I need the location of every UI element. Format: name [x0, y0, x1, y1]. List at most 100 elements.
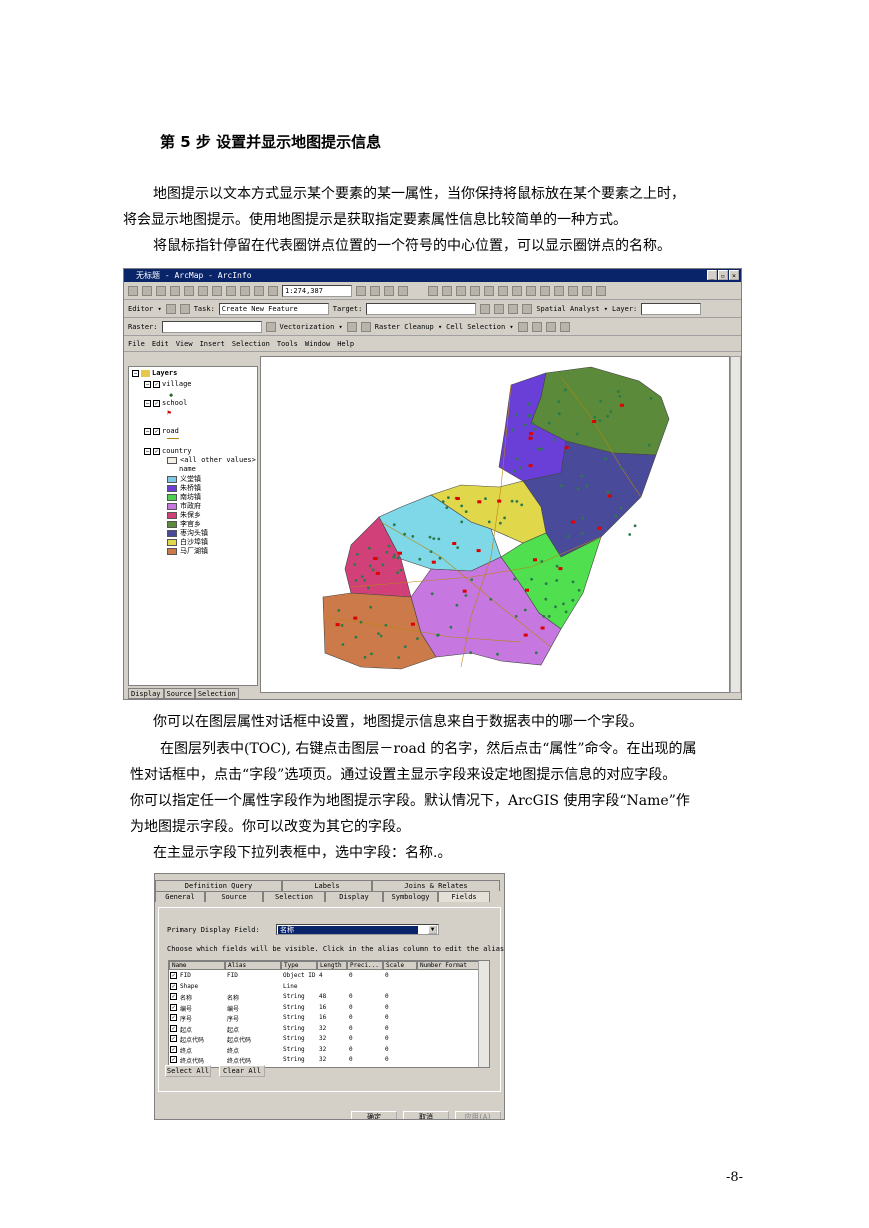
village-point[interactable] — [585, 484, 589, 487]
village-point[interactable] — [363, 655, 367, 659]
village-point[interactable] — [571, 598, 575, 602]
village-point[interactable] — [554, 605, 557, 609]
village-point[interactable] — [369, 605, 373, 609]
school-flag[interactable] — [592, 420, 597, 423]
scale-combo[interactable]: 1:274,387 — [282, 284, 352, 297]
village-point[interactable] — [430, 592, 434, 596]
attributes-icon[interactable] — [508, 303, 519, 314]
village-point[interactable] — [393, 553, 396, 557]
select-features-icon[interactable] — [526, 285, 536, 296]
village-point[interactable] — [536, 447, 540, 451]
cell-selection-menu[interactable]: Cell Selection ▾ — [446, 323, 513, 331]
village-point[interactable] — [581, 516, 584, 520]
school-flag[interactable] — [558, 567, 563, 571]
village-point[interactable] — [429, 550, 433, 553]
checkbox-icon[interactable]: ✓ — [153, 399, 160, 407]
school-flag[interactable] — [375, 571, 380, 575]
erase-cells-icon[interactable] — [531, 321, 542, 332]
village-point[interactable] — [384, 623, 388, 627]
village-point[interactable] — [392, 523, 396, 527]
python-icon[interactable] — [384, 285, 394, 296]
undo-icon[interactable] — [240, 285, 250, 296]
collapse-icon[interactable]: − — [144, 427, 151, 435]
vectorization-menu[interactable]: Vectorization ▾ — [280, 323, 343, 331]
village-point[interactable] — [606, 490, 610, 494]
tab-display[interactable]: Display — [128, 688, 164, 699]
village-point[interactable] — [368, 564, 372, 568]
field-visible-checkbox[interactable]: ✓ — [170, 1003, 179, 1011]
toc-layer-school[interactable]: − ✓ school — [144, 399, 187, 407]
field-visible-checkbox[interactable]: ✓ — [170, 1045, 179, 1053]
split-tool-icon[interactable] — [480, 303, 491, 314]
village-point[interactable] — [469, 651, 473, 655]
select-cells-icon[interactable] — [517, 321, 528, 332]
checkbox-icon[interactable]: ✓ — [170, 982, 177, 990]
village-point[interactable] — [503, 516, 506, 520]
map-view[interactable] — [260, 356, 730, 693]
field-cell[interactable]: 终点 — [227, 1046, 239, 1055]
col-header-precision[interactable]: Preci... — [347, 961, 383, 970]
task-combo[interactable]: Create New Feature — [218, 302, 329, 315]
village-point[interactable] — [534, 651, 538, 655]
village-point[interactable] — [368, 546, 371, 550]
village-point[interactable] — [531, 422, 535, 425]
layer-combo[interactable] — [641, 302, 702, 315]
field-name-cell[interactable]: 终点 — [180, 1046, 192, 1055]
field-cell[interactable]: 终点代码 — [227, 1056, 251, 1065]
village-point[interactable] — [553, 438, 556, 442]
school-flag[interactable] — [476, 549, 481, 553]
field-name-cell[interactable]: Shape — [180, 983, 198, 990]
checkbox-icon[interactable]: ✓ — [170, 1014, 177, 1021]
table-scrollbar[interactable] — [478, 961, 489, 1067]
school-flag[interactable] — [597, 526, 602, 530]
village-point[interactable] — [403, 645, 407, 648]
checkbox-icon[interactable]: ✓ — [153, 380, 160, 388]
menu-help[interactable]: Help — [337, 340, 354, 348]
checkbox-icon[interactable]: ✓ — [153, 447, 160, 455]
collapse-icon[interactable]: − — [144, 399, 151, 407]
tab-joins-relates[interactable]: Joins & Relates — [372, 880, 500, 891]
field-cell[interactable]: FID — [227, 972, 238, 979]
village-point[interactable] — [379, 634, 383, 638]
field-visible-checkbox[interactable]: ✓ — [170, 1014, 179, 1021]
village-point[interactable] — [576, 487, 580, 490]
field-cell[interactable]: 编号 — [227, 1004, 239, 1013]
hyperlink-icon[interactable] — [596, 285, 606, 296]
delete-icon[interactable] — [226, 285, 236, 296]
village-point[interactable] — [381, 563, 385, 567]
village-point[interactable] — [455, 603, 459, 607]
sketch-properties-icon[interactable] — [522, 303, 533, 314]
school-flag[interactable] — [523, 633, 528, 637]
village-point[interactable] — [619, 506, 623, 510]
village-point[interactable] — [399, 568, 403, 572]
field-name-cell[interactable]: 起点 — [180, 1025, 192, 1034]
village-point[interactable] — [496, 652, 499, 656]
village-point[interactable] — [575, 432, 579, 436]
col-header-scale[interactable]: Scale — [383, 961, 417, 970]
close-icon[interactable]: × — [729, 270, 739, 280]
help-icon[interactable] — [398, 285, 408, 296]
village-point[interactable] — [649, 396, 653, 400]
field-visible-checkbox[interactable]: ✓ — [170, 993, 179, 1000]
village-point[interactable] — [598, 419, 602, 422]
school-flag[interactable] — [398, 551, 402, 555]
toc-layer-country[interactable]: − ✓ country — [144, 447, 192, 455]
village-point[interactable] — [527, 402, 531, 406]
tab-definition-query[interactable]: Definition Query — [155, 880, 282, 891]
village-point[interactable] — [360, 575, 364, 578]
village-point[interactable] — [438, 556, 442, 560]
village-point[interactable] — [523, 423, 527, 427]
brush-icon[interactable] — [559, 321, 570, 332]
checkbox-icon[interactable]: ✓ — [170, 1024, 177, 1032]
village-point[interactable] — [416, 637, 419, 640]
back-icon[interactable] — [498, 285, 508, 296]
col-header-length[interactable]: Length — [317, 961, 347, 970]
field-name-cell[interactable]: 序号 — [180, 1014, 192, 1023]
village-point[interactable] — [437, 633, 440, 637]
pan-icon[interactable] — [470, 285, 480, 296]
fill-cells-icon[interactable] — [545, 321, 556, 332]
tab-general[interactable]: General — [155, 891, 205, 902]
find-icon[interactable] — [568, 285, 578, 296]
village-point[interactable] — [487, 520, 491, 524]
measure-icon[interactable] — [582, 285, 592, 296]
